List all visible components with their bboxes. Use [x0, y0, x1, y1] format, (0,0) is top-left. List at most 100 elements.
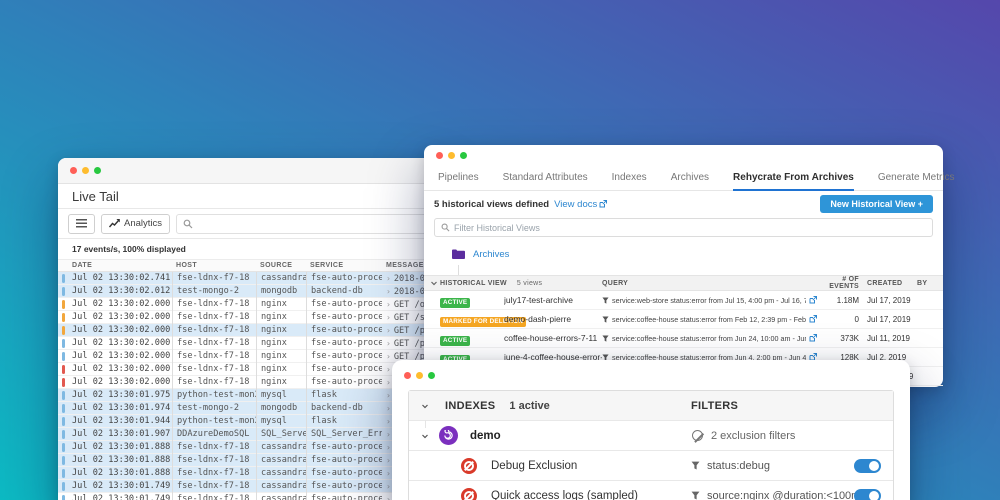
chevron-down-icon[interactable]: [421, 402, 429, 410]
historical-view-row[interactable]: MARKED FOR DELETION demo-dash-pierre ser…: [424, 310, 943, 329]
created-date: Jul 11, 2019: [867, 333, 910, 343]
tab-label: Archives: [670, 172, 710, 183]
log-host: python-test-mon2: [172, 389, 256, 402]
log-level-bar: [62, 469, 65, 478]
log-row[interactable]: Jul 02 13:30:01.975 python-test-mon2 mys…: [58, 389, 440, 402]
log-host: fse-ldnx-f7-18: [172, 363, 256, 376]
zoom-button[interactable]: [460, 151, 467, 159]
log-source: nginx: [256, 324, 306, 337]
log-row[interactable]: Jul 02 13:30:01.888 fse-ldnx-f7-18 cassa…: [58, 454, 440, 467]
log-row[interactable]: Jul 02 13:30:02.741 fse-ldnx-f7-18 cassa…: [58, 272, 440, 285]
log-row[interactable]: Jul 02 13:30:02.000 fse-ldnx-f7-18 nginx…: [58, 324, 440, 337]
log-date: Jul 02 13:30:01.888: [72, 468, 171, 478]
minimize-button[interactable]: [416, 371, 423, 379]
log-row[interactable]: Jul 02 13:30:01.907 DDAzureDemoSQL SQL_S…: [58, 428, 440, 441]
log-row[interactable]: Jul 02 13:30:01.888 fse-ldnx-f7-18 cassa…: [58, 441, 440, 454]
filter-funnel-icon: [691, 461, 700, 470]
log-row[interactable]: Jul 02 13:30:01.888 fse-ldnx-f7-18 cassa…: [58, 467, 440, 480]
tab-label: Indexes: [611, 172, 647, 183]
search-icon: [441, 223, 450, 232]
log-row[interactable]: Jul 02 13:30:02.000 fse-ldnx-f7-18 nginx…: [58, 337, 440, 350]
log-row[interactable]: Jul 02 13:30:02.000 fse-ldnx-f7-18 nginx…: [58, 363, 440, 376]
close-button[interactable]: [70, 167, 77, 174]
expand-caret-icon: ›: [386, 326, 391, 335]
log-date: Jul 02 13:30:01.749: [72, 494, 171, 500]
log-row[interactable]: Jul 02 13:30:02.012 test-mongo-2 mongodb…: [58, 285, 440, 298]
filter-enabled-toggle[interactable]: [854, 488, 881, 500]
new-historical-view-button[interactable]: New Historical View +: [820, 195, 933, 213]
close-button[interactable]: [436, 151, 443, 159]
log-service: backend-db: [306, 285, 382, 298]
chevron-down-icon[interactable]: [421, 432, 429, 440]
log-source: cassandra: [256, 272, 306, 285]
tab[interactable]: Standard Attributes: [503, 172, 588, 190]
log-row[interactable]: Jul 02 13:30:01.749 fse-ldnx-f7-18 cassa…: [58, 493, 440, 500]
log-level-bar: [62, 391, 65, 400]
log-host: fse-ldnx-f7-18: [172, 467, 256, 480]
log-source: cassandra: [256, 441, 306, 454]
log-date: Jul 02 13:30:02.000: [72, 364, 171, 374]
index-row-demo[interactable]: demo 2 exclusion filters: [409, 420, 893, 451]
log-level-bar: [62, 274, 65, 283]
filter-enabled-toggle[interactable]: [854, 458, 881, 473]
log-row[interactable]: Jul 02 13:30:02.000 fse-ldnx-f7-18 nginx…: [58, 311, 440, 324]
tab[interactable]: Indexes: [612, 172, 647, 190]
historical-view-row[interactable]: ACTIVE coffee-house-errors-7-11 service:…: [424, 329, 943, 348]
zoom-button[interactable]: [94, 167, 101, 174]
tab[interactable]: Generate Metrics: [878, 172, 955, 190]
view-docs-link[interactable]: View docs: [554, 199, 608, 210]
col-events: # OF EVENTS: [829, 276, 859, 290]
expand-caret-icon: ›: [386, 443, 391, 452]
view-query: service:coffee-house status:error from J…: [602, 334, 817, 343]
log-date: Jul 02 13:30:02.000: [72, 377, 171, 387]
log-service: backend-db: [306, 402, 382, 415]
exclusion-filter-row[interactable]: Quick access logs (sampled) source:nginx…: [409, 481, 893, 500]
close-button[interactable]: [404, 371, 411, 379]
log-row[interactable]: Jul 02 13:30:02.000 fse-ldnx-f7-18 nginx…: [58, 376, 440, 389]
open-in-new-icon[interactable]: [809, 334, 817, 342]
col-created: CREATED: [867, 279, 903, 287]
expand-caret-icon: ›: [386, 339, 391, 348]
log-row[interactable]: Jul 02 13:30:01.974 test-mongo-2 mongodb…: [58, 402, 440, 415]
views-count: 5 views: [516, 279, 543, 287]
log-level-bar: [62, 456, 65, 465]
expand-caret-icon: ›: [386, 430, 391, 439]
filter-funnel-icon: [602, 296, 609, 304]
log-row[interactable]: Jul 02 13:30:01.749 fse-ldnx-f7-18 cassa…: [58, 480, 440, 493]
external-link-icon: [599, 200, 608, 208]
query-text: service:coffee-house status:error from F…: [612, 314, 806, 324]
analytics-label: Analytics: [124, 218, 163, 229]
analytics-button[interactable]: Analytics: [101, 213, 171, 234]
log-row[interactable]: Jul 02 13:30:01.944 python-test-mon2 mys…: [58, 415, 440, 428]
chevron-down-icon[interactable]: [430, 279, 438, 287]
log-row[interactable]: Jul 02 13:30:02.000 fse-ldnx-f7-18 nginx…: [58, 298, 440, 311]
exclusion-filter-row[interactable]: Debug Exclusion status:debug: [409, 451, 893, 481]
minimize-button[interactable]: [82, 167, 89, 174]
minimize-button[interactable]: [448, 151, 455, 159]
log-row[interactable]: Jul 02 13:30:02.000 fse-ldnx-f7-18 nginx…: [58, 350, 440, 363]
views-summary: 5 historical views defined: [434, 198, 550, 210]
tree-line: [425, 420, 426, 428]
log-source: SQL_Server: [256, 428, 306, 441]
window-titlebar: [424, 145, 943, 165]
tab[interactable]: Rehycrate From Archives: [733, 172, 854, 191]
live-tail-search-input[interactable]: [176, 213, 430, 234]
historical-view-row[interactable]: ACTIVE july17-test-archive service:web-s…: [424, 291, 943, 310]
zoom-button[interactable]: [428, 371, 435, 379]
log-host: test-mongo-2: [172, 402, 256, 415]
log-source: nginx: [256, 311, 306, 324]
tab[interactable]: Archives: [671, 172, 709, 190]
exclusion-icon: [461, 487, 477, 500]
expand-caret-icon: ›: [386, 482, 391, 491]
filter-views-input[interactable]: [454, 222, 926, 233]
log-date: Jul 02 13:30:02.000: [72, 351, 171, 361]
log-source: mongodb: [256, 402, 306, 415]
exclusion-filters-summary: 2 exclusion filters: [711, 429, 796, 442]
archives-folder-row[interactable]: Archives: [424, 243, 943, 265]
list-view-button[interactable]: [68, 213, 95, 234]
filter-views-search[interactable]: [434, 218, 933, 237]
log-service: SQL_Server_Error_L…: [306, 428, 382, 441]
tab[interactable]: Pipelines: [438, 172, 479, 190]
open-in-new-icon[interactable]: [809, 315, 817, 323]
open-in-new-icon[interactable]: [809, 296, 817, 304]
